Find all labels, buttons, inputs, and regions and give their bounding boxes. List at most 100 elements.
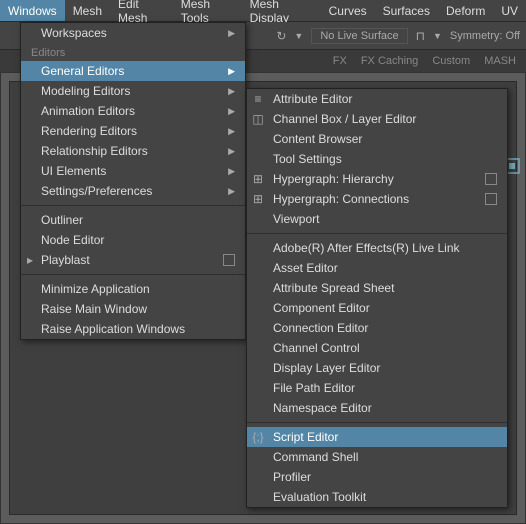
hypergraph-icon: ⊞ (251, 172, 265, 186)
menu-item-label: Animation Editors (41, 104, 135, 118)
sync-icon[interactable]: ↻ (276, 29, 286, 43)
menu-item-label: Command Shell (273, 450, 358, 464)
shelf-tab-mash[interactable]: MASH (484, 55, 516, 67)
menu-edit-mesh[interactable]: Edit Mesh (110, 0, 173, 21)
menu-item-label: Raise Application Windows (41, 322, 185, 336)
menu-mesh-tools[interactable]: Mesh Tools (173, 0, 242, 21)
menu-separator (247, 422, 507, 423)
menu-item-rendering-editors[interactable]: Rendering Editors ▶ (21, 121, 245, 141)
dropdown-caret-icon[interactable]: ▼ (294, 31, 303, 41)
option-box-icon[interactable] (485, 193, 497, 205)
menu-item-minimize-application[interactable]: Minimize Application (21, 279, 245, 299)
menu-item-label: Settings/Preferences (41, 184, 152, 198)
option-box-icon[interactable] (223, 254, 235, 266)
menu-item-tool-settings[interactable]: Tool Settings (247, 149, 507, 169)
submenu-arrow-icon: ▶ (228, 146, 235, 157)
magnet-icon[interactable]: ⊓ (416, 29, 425, 43)
menu-item-label: File Path Editor (273, 381, 355, 395)
menu-item-display-layer-editor[interactable]: Display Layer Editor (247, 358, 507, 378)
hypergraph-icon: ⊞ (251, 192, 265, 206)
shelf-tab-fx[interactable]: FX (333, 55, 347, 67)
submenu-arrow-icon: ▶ (228, 186, 235, 197)
menu-curves[interactable]: Curves (321, 0, 375, 21)
play-icon: ▸ (23, 253, 37, 267)
menu-item-label: Attribute Editor (273, 92, 352, 106)
menu-item-label: Script Editor (273, 430, 338, 444)
menu-item-workspaces[interactable]: Workspaces ▶ (21, 23, 245, 43)
submenu-arrow-icon: ▶ (228, 28, 235, 39)
menu-item-connection-editor[interactable]: Connection Editor (247, 318, 507, 338)
shelf-tab-custom[interactable]: Custom (432, 55, 470, 67)
menu-mesh[interactable]: Mesh (65, 0, 110, 21)
menu-item-channel-control[interactable]: Channel Control (247, 338, 507, 358)
menu-uv[interactable]: UV (493, 0, 526, 21)
submenu-arrow-icon: ▶ (228, 86, 235, 97)
menu-item-script-editor[interactable]: {;} Script Editor (247, 427, 507, 447)
menu-item-outliner[interactable]: Outliner (21, 210, 245, 230)
menu-item-hypergraph-hierarchy[interactable]: ⊞ Hypergraph: Hierarchy (247, 169, 507, 189)
menu-item-label: Playblast (41, 253, 90, 267)
menu-item-raise-main-window[interactable]: Raise Main Window (21, 299, 245, 319)
option-box-icon[interactable] (485, 173, 497, 185)
menu-item-general-editors[interactable]: General Editors ▶ (21, 61, 245, 81)
shelf-tab-fx-caching[interactable]: FX Caching (361, 55, 418, 67)
menu-item-evaluation-toolkit[interactable]: Evaluation Toolkit (247, 487, 507, 507)
menu-item-label: Channel Box / Layer Editor (273, 112, 416, 126)
menu-item-label: Tool Settings (273, 152, 342, 166)
menu-item-label: Workspaces (41, 26, 107, 40)
menu-mesh-display[interactable]: Mesh Display (242, 0, 321, 21)
menu-item-label: Hypergraph: Connections (273, 192, 409, 206)
dropdown-caret-icon[interactable]: ▼ (433, 31, 442, 41)
menu-item-label: Hypergraph: Hierarchy (273, 172, 394, 186)
menu-item-settings-preferences[interactable]: Settings/Preferences ▶ (21, 181, 245, 201)
menu-item-raise-application-windows[interactable]: Raise Application Windows (21, 319, 245, 339)
submenu-arrow-icon: ▶ (228, 66, 235, 77)
menu-item-label: Node Editor (41, 233, 104, 247)
menu-item-command-shell[interactable]: Command Shell (247, 447, 507, 467)
menu-item-ae-live-link[interactable]: Adobe(R) After Effects(R) Live Link (247, 238, 507, 258)
menu-item-label: Raise Main Window (41, 302, 147, 316)
menu-item-content-browser[interactable]: Content Browser (247, 129, 507, 149)
menu-item-file-path-editor[interactable]: File Path Editor (247, 378, 507, 398)
menu-item-animation-editors[interactable]: Animation Editors ▶ (21, 101, 245, 121)
menu-separator (21, 274, 245, 275)
channel-box-icon: ◫ (251, 112, 265, 126)
menu-item-node-editor[interactable]: Node Editor (21, 230, 245, 250)
menu-deform[interactable]: Deform (438, 0, 493, 21)
menu-item-modeling-editors[interactable]: Modeling Editors ▶ (21, 81, 245, 101)
menu-windows[interactable]: Windows (0, 0, 65, 21)
menu-item-label: Relationship Editors (41, 144, 148, 158)
menu-surfaces[interactable]: Surfaces (375, 0, 438, 21)
menu-item-playblast[interactable]: ▸ Playblast (21, 250, 245, 270)
menu-item-attribute-editor[interactable]: ≡ Attribute Editor (247, 89, 507, 109)
menu-item-component-editor[interactable]: Component Editor (247, 298, 507, 318)
submenu-arrow-icon: ▶ (228, 166, 235, 177)
menu-item-ui-elements[interactable]: UI Elements ▶ (21, 161, 245, 181)
menu-item-label: Namespace Editor (273, 401, 372, 415)
submenu-arrow-icon: ▶ (228, 106, 235, 117)
script-editor-icon: {;} (251, 430, 265, 444)
menu-item-label: Connection Editor (273, 321, 368, 335)
menu-item-label: Component Editor (273, 301, 370, 315)
menu-separator (247, 233, 507, 234)
menu-item-attribute-spread-sheet[interactable]: Attribute Spread Sheet (247, 278, 507, 298)
symmetry-toggle[interactable]: Symmetry: Off (450, 30, 520, 42)
menu-item-label: Outliner (41, 213, 83, 227)
menu-item-hypergraph-connections[interactable]: ⊞ Hypergraph: Connections (247, 189, 507, 209)
menu-item-channel-box-layer-editor[interactable]: ◫ Channel Box / Layer Editor (247, 109, 507, 129)
live-surface-field[interactable]: No Live Surface (311, 28, 407, 44)
menu-item-label: Attribute Spread Sheet (273, 281, 394, 295)
menu-item-relationship-editors[interactable]: Relationship Editors ▶ (21, 141, 245, 161)
menu-item-label: Channel Control (273, 341, 360, 355)
menu-bar: Windows Mesh Edit Mesh Mesh Tools Mesh D… (0, 0, 526, 22)
menu-item-viewport[interactable]: Viewport (247, 209, 507, 229)
menu-item-asset-editor[interactable]: Asset Editor (247, 258, 507, 278)
general-editors-submenu: ≡ Attribute Editor ◫ Channel Box / Layer… (246, 88, 508, 508)
windows-menu: Workspaces ▶ Editors General Editors ▶ M… (20, 22, 246, 340)
menu-item-namespace-editor[interactable]: Namespace Editor (247, 398, 507, 418)
submenu-arrow-icon: ▶ (228, 126, 235, 137)
menu-item-profiler[interactable]: Profiler (247, 467, 507, 487)
menu-item-label: Rendering Editors (41, 124, 137, 138)
menu-item-label: Profiler (273, 470, 311, 484)
menu-item-label: Adobe(R) After Effects(R) Live Link (273, 241, 460, 255)
